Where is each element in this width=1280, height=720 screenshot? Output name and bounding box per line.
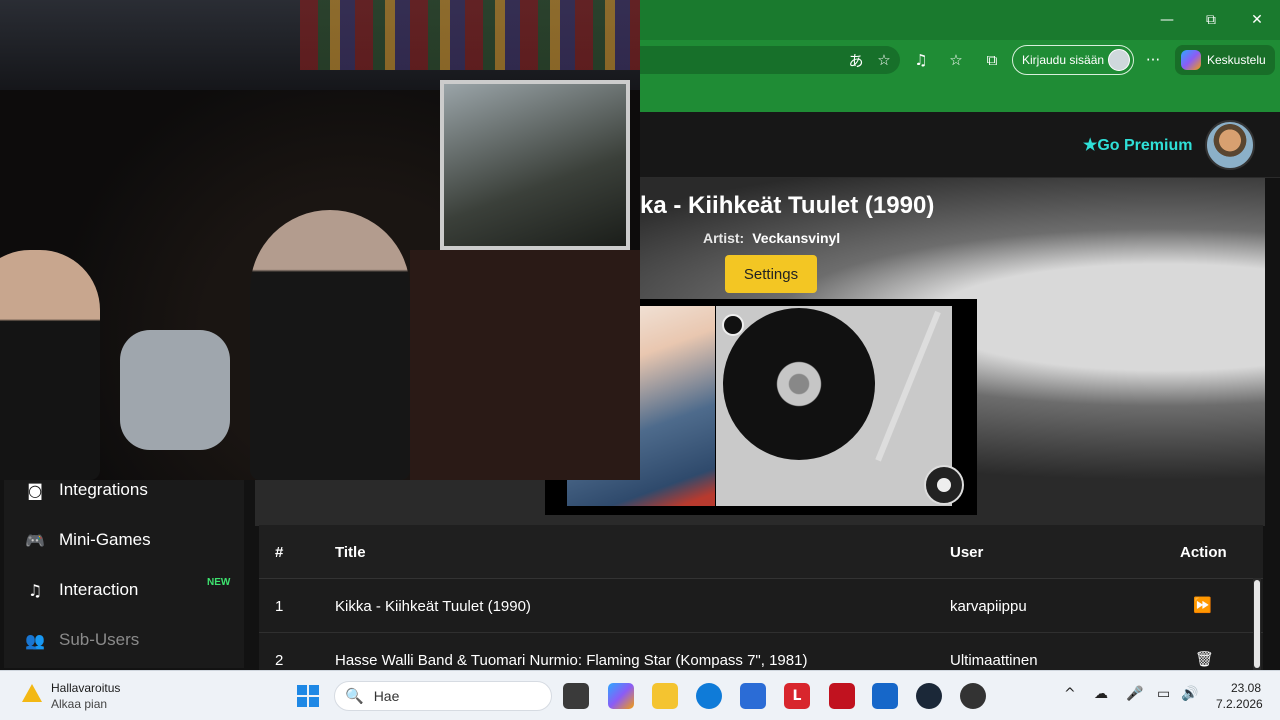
table-header [259,525,1263,579]
artist-value: Veckansvinyl [752,230,841,246]
sidebar-item-interaction[interactable]: ♫ Interaction [24,576,139,604]
tray-overflow-icon[interactable]: ^ [1064,686,1076,702]
translate-icon[interactable]: あ [843,48,869,72]
start-menu-icon[interactable] [297,685,319,707]
favorite-star-icon[interactable]: ☆ [871,48,897,72]
close-button[interactable]: ✕ [1234,0,1280,40]
outlook-icon[interactable] [872,683,898,709]
steam-icon[interactable] [916,683,942,709]
skip-icon[interactable]: ⏩ [1193,596,1212,614]
column-header-action: Action [1180,544,1227,561]
column-header-number: # [275,544,284,561]
microphone-icon[interactable]: 🎤 [1126,686,1143,702]
l-app-icon[interactable]: L [784,683,810,709]
webcam-person-left [0,250,100,480]
maximize-button[interactable]: ⧉ [1188,0,1234,40]
artist-label: Artist: [703,230,745,246]
webcam-sofa [410,250,640,480]
row-user: Ultimaattinen [950,652,1038,669]
go-premium-link[interactable]: ★Go Premium [1083,135,1192,155]
new-badge: NEW [207,577,231,588]
copilot-label: Keskustelu [1207,53,1266,67]
webcam-overlay [0,0,640,480]
taskbar-search[interactable]: 🔍 Hae [334,681,552,711]
music-icon[interactable]: ♫ [908,48,934,72]
file-explorer-icon[interactable] [652,683,678,709]
signin-label: Kirjaudu sisään [1022,53,1105,67]
sidebar-item-label: Sub-Users [59,630,140,649]
windows-taskbar [0,670,1280,720]
row-number: 2 [275,652,284,669]
microsoft-store-icon[interactable] [740,683,766,709]
sidebar-item-integrations[interactable]: ◙ Integrations [24,476,148,504]
settings-button[interactable]: Settings [725,255,817,293]
artist-line: Artist: Veckansvinyl [703,230,840,246]
search-placeholder: Hae [373,688,400,704]
network-icon[interactable]: ☁ [1094,686,1108,702]
collections-icon[interactable]: ⧉ [979,48,1005,72]
clock-time[interactable]: 23.08 [1231,681,1261,695]
vinyl-corner-icon [924,465,964,505]
users-icon: 👥 [25,630,45,650]
mcafee-icon[interactable] [829,683,855,709]
edge-browser-icon[interactable] [696,683,722,709]
webcam-quilt [300,0,640,70]
vinyl-logo-icon [722,314,744,336]
webcam-pillow [120,330,230,450]
profile-avatar-icon [1108,49,1130,71]
weather-title[interactable]: Hallavaroitus [51,681,120,695]
column-header-title: Title [335,544,366,561]
copilot-button[interactable]: Keskustelu [1175,45,1275,75]
copilot-icon [1181,50,1201,70]
sidebar-item-label: Mini-Games [59,530,151,549]
webcam-person-center [250,210,410,480]
task-view-icon[interactable] [563,683,589,709]
row-title: Kikka - Kiihkeät Tuulet (1990) [335,598,531,615]
obs-icon[interactable] [960,683,986,709]
sidebar-item-label: Integrations [59,480,148,499]
discord-icon: ◙ [27,480,43,500]
sidebar-item-mini-games[interactable]: 🎮 Mini-Games [24,526,151,554]
clock-date[interactable]: 7.2.2026 [1216,697,1263,711]
webcam-window [440,80,630,250]
favorites-icon[interactable]: ☆ [943,48,969,72]
minimize-button[interactable]: — [1144,0,1190,40]
trash-icon[interactable]: 🗑 [1195,650,1214,668]
volume-icon[interactable]: 🔊 [1181,686,1198,702]
signin-button[interactable]: Kirjaudu sisään [1012,45,1134,75]
sidebar-item-label: Interaction [59,580,139,599]
now-playing-title: ka - Kiihkeät Tuulet (1990) [640,192,935,219]
music-note-icon: ♫ [27,580,43,600]
warning-icon[interactable] [22,684,42,702]
display-icon[interactable]: ▭ [1157,686,1170,702]
weather-subtitle[interactable]: Alkaa pian [51,697,107,711]
gamepad-icon: 🎮 [25,530,45,550]
sidebar-item-sub-users[interactable]: 👥 Sub-Users [24,626,139,654]
row-title: Hasse Walli Band & Tuomari Nurmio: Flami… [335,652,808,669]
more-icon[interactable]: ··· [1140,48,1166,72]
row-user: karvapiippu [950,598,1027,615]
table-scrollbar[interactable] [1253,578,1261,670]
go-premium-label: Go Premium [1097,137,1193,154]
row-number: 1 [275,598,284,615]
search-icon: 🔍 [345,687,364,705]
scrollbar-thumb[interactable] [1254,580,1260,668]
vinyl-record-image [723,308,875,460]
column-header-user: User [950,544,984,561]
star-icon: ★ [1083,137,1098,154]
user-avatar[interactable] [1205,120,1255,170]
copilot-app-icon[interactable] [608,683,634,709]
